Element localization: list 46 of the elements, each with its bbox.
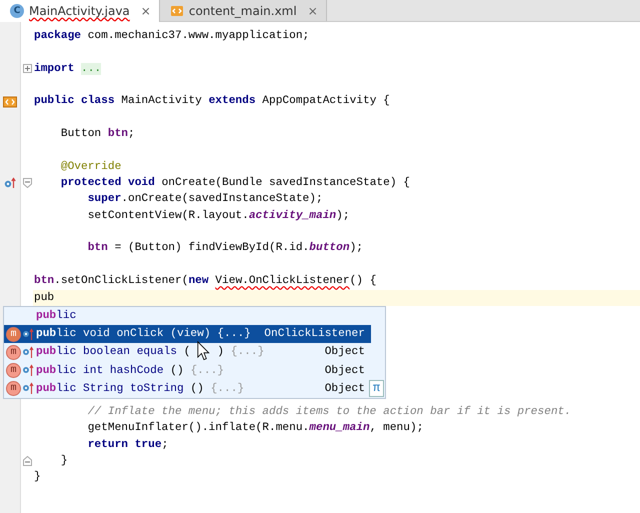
code-line: // Inflate the menu; this adds items to the action bar if it is present. [86,404,572,420]
close-icon[interactable]: × [140,4,151,18]
code-line: package com.mechanic37.www.myapplication; [33,28,310,44]
code-line: } [60,454,68,469]
expand-icon[interactable] [22,64,32,74]
method-icon: m [6,363,21,378]
collapse-icon[interactable] [22,456,32,466]
return-type: Object [324,364,366,377]
code-line: pub [33,290,54,306]
code-line: btn.setOnClickListener(new View.OnClickListener() { [33,274,376,290]
public-override-icon [22,328,34,341]
code-line: Button btn; [60,126,135,142]
return-type: Object [324,382,366,395]
close-icon[interactable]: × [308,4,318,18]
code-line: public class MainActivity extends AppCompatActivity { [33,94,390,110]
code-line: btn = (Button) findViewById(R.id.button); [86,240,364,256]
method-icon: m [6,344,21,360]
public-override-icon [22,382,34,396]
xml-file-icon [170,4,184,18]
public-override-icon [22,346,34,359]
return-type: Object [324,346,366,358]
method-icon: m [6,381,21,396]
code-line: getMenuInflater().inflate(R.menu.menu_main, menu); [86,420,424,436]
code-line: protected void onCreate(Bundle savedInstanceState) { [60,176,410,192]
completion-item[interactable]: public [4,307,371,326]
return-type: OnClickListener [264,328,366,340]
code-line: } [33,470,41,486]
tab-label: MainActivity.java [29,4,130,18]
completion-item[interactable]: m public void onClick (view) {...} OnClickListener [4,325,371,344]
editor-tab[interactable]: C MainActivity.java × [0,0,160,22]
method-icon: m [6,326,21,342]
pi-button[interactable]: π [369,380,384,397]
completion-item[interactable]: m public int hashCode () {...} Object [4,362,371,380]
code-line: setContentView(R.layout.activity_main); [86,208,350,224]
public-override-icon [22,364,34,378]
tab-label: content_main.xml [188,4,297,18]
pointer-icon [197,341,210,362]
editor-tab[interactable]: content_main.xml × [160,0,327,21]
collapse-icon[interactable] [22,178,32,188]
code-line: return true; [86,438,168,453]
code-line: import ... [33,62,102,77]
completion-item[interactable]: m public boolean equals ( ) {...} Object [4,343,371,362]
completion-item[interactable]: m public String toString () {...} Object [4,380,371,398]
code-line: @Override [60,160,122,175]
code-line: super.onCreate(savedInstanceState); [86,192,323,208]
class-file-icon: C [10,4,24,18]
